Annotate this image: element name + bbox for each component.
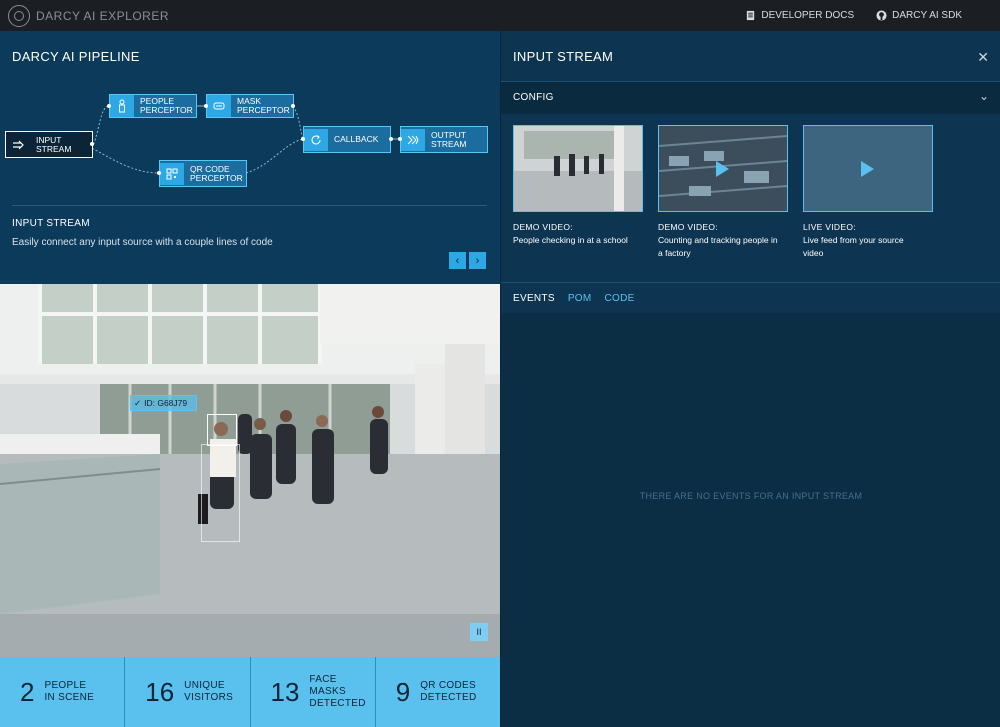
school-source-description: People checking in at a school [513,235,628,245]
live-source-title: LIVE VIDEO: [803,222,856,232]
stat-unique-visitors: 16 UNIQUE VISITORS [125,657,251,727]
lobby-scene-image [0,284,500,657]
mask-out-port [291,104,295,108]
double-chevron-icon [401,128,425,151]
mask-icon [207,95,231,117]
tab-pom[interactable]: POM [568,293,592,304]
check-icon: ✓ [134,397,142,408]
stat-people-in-scene: 2 PEOPLE IN SCENE [0,657,126,727]
darcy-sdk-link[interactable]: DARCY AI SDK [876,10,962,21]
darcy-logo-icon[interactable] [8,4,30,27]
top-bar: DARCY AI EXPLORER DEVELOPER DOCS DARCY A… [0,0,1000,31]
play-icon[interactable] [716,161,729,177]
chevron-down-icon[interactable]: ⌄ [979,89,989,103]
input-node-port [90,142,94,146]
panel-tabs: EVENTS POM CODE [501,282,1000,313]
stat-label-line2: DETECTED [420,692,477,703]
school-thumbnail-image [514,126,642,211]
github-icon [876,10,887,21]
stats-bar: 2 PEOPLE IN SCENE 16 UNIQUE VISITORS 13 FA… [0,657,500,727]
source-option-live[interactable]: LIVE VIDEO: Live feed from your source v… [803,125,933,260]
tab-events[interactable]: EVENTS [513,293,555,304]
factory-video-thumbnail[interactable] [658,125,788,212]
developer-docs-label: DEVELOPER DOCS [761,10,855,21]
tab-code[interactable]: CODE [605,293,635,304]
stat-label-line1: FACE MASKS [309,674,346,697]
close-icon[interactable]: ✕ [977,49,989,66]
panel-title: INPUT STREAM [513,49,614,64]
next-node-button[interactable]: › [469,252,486,269]
pipeline-divider [12,205,487,206]
config-label: CONFIG [513,92,554,103]
stat-value: 13 [270,676,300,707]
output-node-line2: STREAM [431,138,467,149]
people-node-line2: PERCEPTOR [140,105,193,115]
callback-node[interactable]: CALLBACK [303,126,391,153]
developer-docs-link[interactable]: DEVELOPER DOCS [745,10,854,21]
video-feed: ✓ ID: G68J79 II [0,284,500,657]
factory-source-description: Counting and tracking people in a factor… [658,235,778,258]
person-detection-box [201,444,240,542]
output-stream-node[interactable]: OUTPUT STREAM [400,126,488,153]
app-title: DARCY AI EXPLORER [36,8,169,23]
left-column: DARCY AI PIPELINE INPUT STREAM PEOPLE PERC… [0,31,500,727]
callback-out-port [389,137,393,141]
people-node-port [107,104,111,108]
qr-code-icon [160,162,184,185]
person-id-label: ID: G68J79 [144,398,188,408]
people-perceptor-node[interactable]: PEOPLE PERCEPTOR [109,94,197,118]
events-empty-message: THERE ARE NO EVENTS FOR AN INPUT STREAM [639,491,863,501]
qr-node-port [157,171,161,175]
input-node-line2: STREAM [36,143,72,154]
stat-label-line1: UNIQUE [184,680,225,691]
arrow-right-icon [6,133,30,156]
play-icon[interactable] [861,161,874,177]
mask-node-line2: PERCEPTOR [237,105,290,115]
live-source-description: Live feed from your source video [803,235,904,258]
stat-label-line2: IN SCENE [44,692,95,703]
stat-label-line2: DETECTED [309,698,366,709]
callback-node-port [301,137,305,141]
source-option-school[interactable]: DEMO VIDEO: People checking in at a scho… [513,125,643,247]
top-links: DEVELOPER DOCS DARCY AI SDK [745,0,962,31]
source-options: DEMO VIDEO: People checking in at a scho… [501,114,1000,282]
refresh-icon [304,128,328,151]
input-stream-node[interactable]: INPUT STREAM [5,131,93,158]
person-id-tag: ✓ ID: G68J79 [130,395,197,411]
stat-qr-codes-detected: 9 QR CODES DETECTED [375,657,500,727]
panel-header: INPUT STREAM ✕ [501,31,1000,81]
mask-node-port [204,104,208,108]
stat-value: 9 [395,676,411,707]
callback-label: CALLBACK [334,134,379,144]
stat-label-line1: PEOPLE [44,680,87,691]
pipeline-panel: DARCY AI PIPELINE INPUT STREAM PEOPLE PERC… [0,31,500,284]
stat-value: 16 [145,676,175,707]
school-video-thumbnail[interactable] [513,125,643,212]
person-icon [110,95,134,117]
prev-node-button[interactable]: ‹ [449,252,466,269]
live-video-thumbnail[interactable] [803,125,933,212]
stat-value: 2 [20,676,35,707]
pipeline-connectors [91,105,400,174]
selected-node-heading: INPUT STREAM [12,218,90,229]
darcy-sdk-label: DARCY AI SDK [892,10,962,21]
output-node-port [398,137,402,141]
school-source-title: DEMO VIDEO: [513,222,573,232]
stat-face-masks-detected: 13 FACE MASKS DETECTED [250,657,376,727]
selected-node-description: Easily connect any input source with a c… [12,237,273,248]
document-icon [747,10,755,21]
input-stream-panel: INPUT STREAM ✕ CONFIG ⌄ DEMO VIDEO: Peop… [500,31,1000,727]
qr-code-perceptor-node[interactable]: QR CODE PERCEPTOR [159,160,247,187]
factory-source-title: DEMO VIDEO: [658,222,718,232]
qr-node-line2: PERCEPTOR [190,172,243,183]
stat-label-line1: QR CODES [420,680,476,691]
face-detection-box [207,414,237,446]
config-accordion[interactable]: CONFIG ⌄ [501,81,1000,115]
stat-label-line2: VISITORS [184,692,234,703]
pause-button[interactable]: II [470,623,488,641]
source-option-factory[interactable]: DEMO VIDEO: Counting and tracking people… [658,125,788,260]
mask-perceptor-node[interactable]: MASK PERCEPTOR [206,94,294,118]
